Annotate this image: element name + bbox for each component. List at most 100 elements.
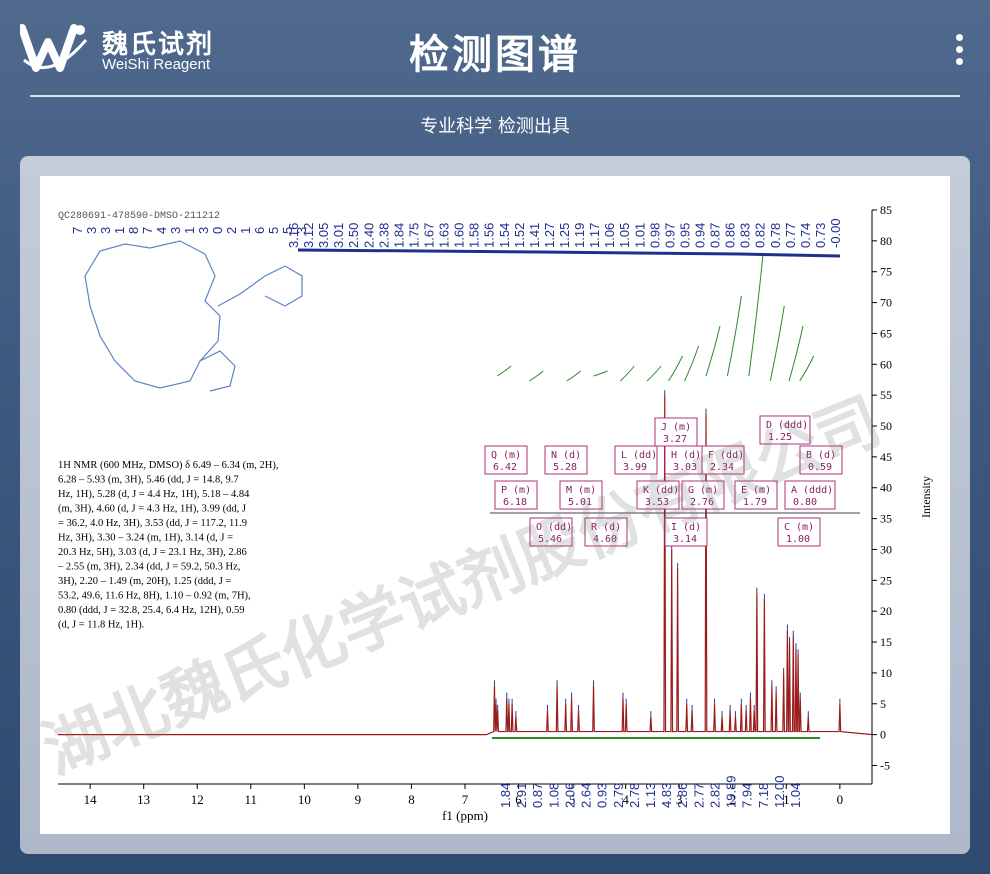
peak-shift-label: 1.58 xyxy=(467,223,482,248)
multiplet-shift: 1.00 xyxy=(786,534,810,545)
peak-shift-label: 2.40 xyxy=(361,223,376,248)
page-title: 检测图谱 xyxy=(409,32,581,78)
y-tick-label: 10 xyxy=(880,666,892,680)
piperidine xyxy=(199,350,236,392)
integral-curve xyxy=(668,355,683,382)
peak-shift-label: 0.87 xyxy=(708,223,723,248)
multiplet-shift: 3.27 xyxy=(663,434,687,445)
left-stack-label: 5 xyxy=(266,227,281,234)
nmr-spectrum-chart: 14 13 12 11 10 9 8 7 6 5 4 3 2 1 0-5051015202530354045… xyxy=(40,203,933,823)
nmr-description-line: 1H NMR (600 MHz, DMSO) δ 6.49 – 6.34 (m,… xyxy=(58,460,279,471)
peak-shift-label: 1.56 xyxy=(482,223,497,248)
integral-value: 2.79 xyxy=(611,783,626,808)
multiplet-box-J: J (m)3.27 xyxy=(654,417,698,447)
y-tick-label: 20 xyxy=(880,604,892,618)
peak-shift-label: 1.67 xyxy=(422,223,437,248)
integral-curve xyxy=(496,365,512,377)
integral-curve xyxy=(748,255,764,377)
integral-value: 4.83 xyxy=(659,783,674,808)
left-stack-label: 4 xyxy=(154,227,169,234)
left-stack-label: 6 xyxy=(252,227,267,234)
integral-value: 2.64 xyxy=(579,783,594,808)
integral-value: 2.86 xyxy=(675,783,690,808)
peak-shift-label: 0.77 xyxy=(783,223,798,248)
peak-shift-label: 0.74 xyxy=(798,223,813,248)
peak-shift-label: 2.50 xyxy=(346,223,361,248)
ring xyxy=(84,240,221,389)
integral-curve xyxy=(788,325,804,382)
peak-shift-label: 2.38 xyxy=(376,223,391,248)
y-tick-label: 65 xyxy=(880,326,892,340)
peak-shift-label: 1.19 xyxy=(572,223,587,248)
y-tick-label: 80 xyxy=(880,234,892,248)
y-tick-label: 25 xyxy=(880,573,892,587)
multiplet-label: C (m) xyxy=(784,522,814,533)
integral-curve xyxy=(684,345,700,382)
left-stack-label: 3 xyxy=(84,227,99,234)
x-tick-label: 7 xyxy=(462,792,469,807)
multiplet-shift: 0.80 xyxy=(793,497,817,508)
x-tick-label: 12 xyxy=(191,792,204,807)
nmr-description-line: – 2.55 (m, 3H), 2.34 (dd, J = 59.2, 50.3… xyxy=(57,562,240,573)
spectrum-paper: 14 13 12 11 10 9 8 7 6 5 4 3 2 1 0 -5 0 5 10 15 20 25 30 35 40 45… xyxy=(40,176,950,834)
left-stack-label: 3 xyxy=(196,227,211,234)
multiplet-box-Q: Q (m)6.42 xyxy=(484,445,528,475)
side-chain xyxy=(217,265,303,307)
nmr-description-line: (m, 3H), 4.60 (d, J = 4.3 Hz, 1H), 3.99 … xyxy=(58,504,246,515)
integral-curve xyxy=(705,325,721,377)
multiplet-box-C: C (m)1.00 xyxy=(777,517,821,547)
peak-shift-label: 3.16 xyxy=(286,223,301,248)
y-tick-label: 60 xyxy=(880,357,892,371)
more-menu-icon[interactable] xyxy=(954,34,964,74)
peak-shift-label: 0.86 xyxy=(723,223,738,248)
integral-value: 2.06 xyxy=(562,783,577,808)
left-stack-label: 2 xyxy=(224,227,239,234)
nmr-description-line: (d, J = 11.8 Hz, 1H). xyxy=(58,620,144,631)
nmr-description-line: 53.2, 49.6, 11.6 Hz, 8H), 1.10 – 0.92 (m… xyxy=(58,591,251,602)
y-tick-label: 0 xyxy=(880,728,886,742)
x-tick-label: 9 xyxy=(355,792,362,807)
integral-curve xyxy=(646,365,662,382)
x-tick-label: 11 xyxy=(245,792,258,807)
integral-curve xyxy=(566,370,582,382)
peak-shift-label: 1.05 xyxy=(617,223,632,248)
left-stack-label: 1 xyxy=(112,227,127,234)
peak-shift-label: 0.94 xyxy=(693,223,708,248)
multiplet-box-N: N (d)5.28 xyxy=(544,445,588,475)
integral-value: 2.91 xyxy=(514,783,529,808)
peak-shift-label: -0.00 xyxy=(828,218,843,248)
nmr-description-line: 3H), 2.20 – 1.49 (m, 20H), 1.25 (ddd, J … xyxy=(58,576,231,587)
peak-shift-label: 1.06 xyxy=(602,223,617,248)
peak-shift-label: 1.75 xyxy=(406,223,421,248)
left-stack-label: 3 xyxy=(98,227,113,234)
x-tick-label: 0 xyxy=(837,792,844,807)
header-divider xyxy=(30,95,960,97)
peak-shift-label: 1.63 xyxy=(437,223,452,248)
multiplet-shift: 5.28 xyxy=(553,462,577,473)
y-tick-label: 70 xyxy=(880,296,892,310)
peak-shift-label: 0.78 xyxy=(768,223,783,248)
peak-shift-label: 1.84 xyxy=(391,223,406,248)
integral-curve xyxy=(769,305,785,382)
integral-value: 7.94 xyxy=(740,783,755,808)
y-tick-label: 75 xyxy=(880,265,892,279)
y-tick-label: 30 xyxy=(880,542,892,556)
integral-curve xyxy=(799,355,815,382)
nmr-description-line: Hz, 3H), 3.30 – 3.24 (m, 1H), 3.14 (d, J… xyxy=(58,533,233,544)
integral-value: 1.08 xyxy=(546,783,561,808)
peak-shift-label: 0.73 xyxy=(813,223,828,248)
left-stack-label: 1 xyxy=(238,227,253,234)
integral-value: 0.87 xyxy=(530,783,545,808)
peak-shift-label: 3.05 xyxy=(316,223,331,248)
left-stack-label: 1 xyxy=(182,227,197,234)
peak-shift-label: 1.01 xyxy=(632,223,647,248)
integral-value: 1.04 xyxy=(788,783,803,808)
y-tick-label: 35 xyxy=(880,512,892,526)
y-axis-title: Intensity xyxy=(919,476,933,518)
nmr-description-line: 6.28 – 5.93 (m, 3H), 5.46 (dd, J = 14.8,… xyxy=(58,475,239,486)
peak-shift-label: 1.52 xyxy=(512,223,527,248)
peak-label-connector xyxy=(297,248,841,258)
multiplet-label: P (m) xyxy=(501,485,531,496)
x-tick-label: 14 xyxy=(84,792,98,807)
nmr-description-line: 20.3 Hz, 5H), 3.03 (d, J = 23.1 Hz, 3H),… xyxy=(58,547,247,558)
